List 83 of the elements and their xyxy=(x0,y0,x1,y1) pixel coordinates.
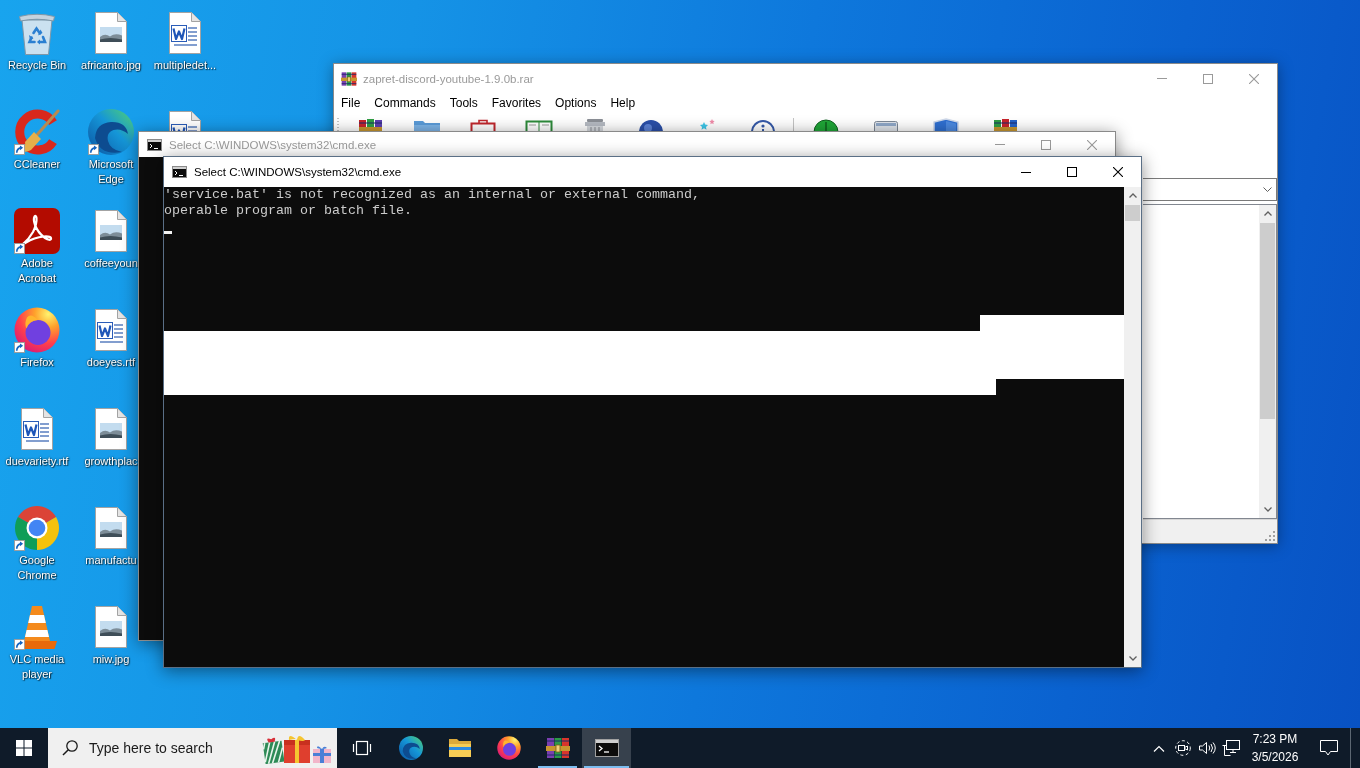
chevron-down-icon[interactable] xyxy=(1263,187,1272,192)
camera-icon[interactable] xyxy=(1175,740,1191,756)
console-output: 'service.bat' is not recognized as an internal or external command, operable program or batch file. xyxy=(164,187,700,219)
icon-label[interactable]: Recycle Bin xyxy=(7,58,67,73)
image-file-icon[interactable] xyxy=(95,408,127,450)
minimize-icon xyxy=(1021,171,1031,173)
firefox-logo-icon xyxy=(496,736,521,760)
menu-item[interactable]: Help xyxy=(603,93,643,113)
icon-label[interactable]: Google Chrome xyxy=(17,553,57,583)
winrar-logo-icon xyxy=(545,736,570,760)
edge-logo-icon xyxy=(398,736,423,760)
chevron-up-icon[interactable] xyxy=(1263,211,1272,216)
scrollbar[interactable] xyxy=(1259,205,1276,518)
ccleaner-logo-icon[interactable] xyxy=(14,109,60,155)
icon-label[interactable]: Firefox xyxy=(19,355,55,370)
task-view-icon xyxy=(351,740,372,756)
word-document-icon[interactable] xyxy=(95,309,127,351)
window-title: zapret-discord-youtube-1.9.0b.rar xyxy=(363,72,535,85)
close-icon xyxy=(1249,73,1259,84)
image-file-icon[interactable] xyxy=(95,12,127,54)
search-field[interactable]: Type here to search xyxy=(89,740,262,756)
icon-label[interactable]: manufactu xyxy=(85,553,137,568)
icon-label[interactable]: doeyes.rtf xyxy=(86,355,136,370)
chevron-up-icon[interactable] xyxy=(1128,193,1137,198)
clock-time[interactable]: 7:23 PM xyxy=(1252,730,1298,748)
image-file-icon[interactable] xyxy=(95,210,127,252)
icon-label[interactable]: CCleaner xyxy=(13,157,61,172)
acrobat-logo-icon[interactable] xyxy=(14,208,60,254)
image-file-icon[interactable] xyxy=(95,606,127,648)
edge-logo-icon[interactable] xyxy=(88,109,134,155)
minimize-icon xyxy=(1157,78,1167,79)
window-title: Select C:\WINDOWS\system32\cmd.exe xyxy=(194,166,403,178)
chevron-down-icon[interactable] xyxy=(1128,656,1137,661)
taskbar-app-button[interactable] xyxy=(582,728,631,768)
chrome-logo-icon[interactable] xyxy=(14,505,60,551)
scrollbar-thumb[interactable] xyxy=(1125,205,1140,221)
minimize-icon xyxy=(995,144,1005,145)
folder-icon xyxy=(447,738,472,758)
icon-label[interactable]: Microsoft Edge xyxy=(88,157,134,187)
menu-item[interactable]: Tools xyxy=(442,93,485,113)
winrar-logo-icon xyxy=(341,70,357,87)
chevron-down-icon[interactable] xyxy=(1263,507,1272,512)
scrollbar-thumb[interactable] xyxy=(1260,223,1275,419)
icon-label[interactable]: duevariety.rtf xyxy=(5,454,69,469)
size-grip-icon[interactable] xyxy=(1265,531,1275,541)
close-icon xyxy=(1087,139,1097,150)
image-file-icon[interactable] xyxy=(95,507,127,549)
console-icon xyxy=(147,138,162,151)
console-icon xyxy=(172,166,187,178)
menu-item[interactable]: Commands xyxy=(367,93,443,113)
case-icon[interactable] xyxy=(468,118,498,131)
word-document-icon[interactable] xyxy=(21,408,53,450)
icon-label[interactable]: Adobe Acrobat xyxy=(17,256,57,286)
firefox-logo-icon[interactable] xyxy=(14,307,60,353)
maximize-icon xyxy=(1041,139,1051,150)
search-icon xyxy=(62,740,78,756)
menu-item[interactable]: Options xyxy=(548,93,604,113)
menu-item[interactable]: Favorites xyxy=(484,93,549,113)
icon-label[interactable]: growthplac xyxy=(84,454,138,469)
windows-logo-icon xyxy=(16,740,32,756)
icon-label[interactable]: coffeeyoun xyxy=(83,256,139,271)
icon-label[interactable]: africanto.jpg xyxy=(80,58,142,73)
notification-icon[interactable] xyxy=(1319,740,1338,756)
recycle-bin-icon[interactable] xyxy=(17,11,57,55)
window-title: Select C:\WINDOWS\system32\cmd.exe xyxy=(169,138,378,151)
icon-label[interactable]: multipledet... xyxy=(153,58,217,73)
close-icon xyxy=(1113,167,1123,177)
info-icon[interactable] xyxy=(748,118,778,131)
word-document-icon[interactable] xyxy=(169,111,201,131)
maximize-icon xyxy=(1067,167,1077,177)
word-document-icon[interactable] xyxy=(169,12,201,54)
scrollbar[interactable] xyxy=(1124,187,1141,667)
shield-icon[interactable] xyxy=(931,118,961,131)
menu-item[interactable]: File xyxy=(334,93,368,113)
speaker-icon[interactable] xyxy=(1198,741,1216,755)
maximize-icon xyxy=(1203,73,1213,84)
terminal-icon xyxy=(594,739,619,757)
address-field[interactable] xyxy=(1143,178,1277,201)
icon-label[interactable]: miw.jpg xyxy=(92,652,130,667)
search-bar[interactable]: Type here to search xyxy=(48,728,337,768)
network-icon[interactable] xyxy=(1222,740,1240,756)
clock-date[interactable]: 3/5/2026 xyxy=(1251,748,1299,766)
icon-label[interactable]: VLC media player xyxy=(9,652,65,682)
